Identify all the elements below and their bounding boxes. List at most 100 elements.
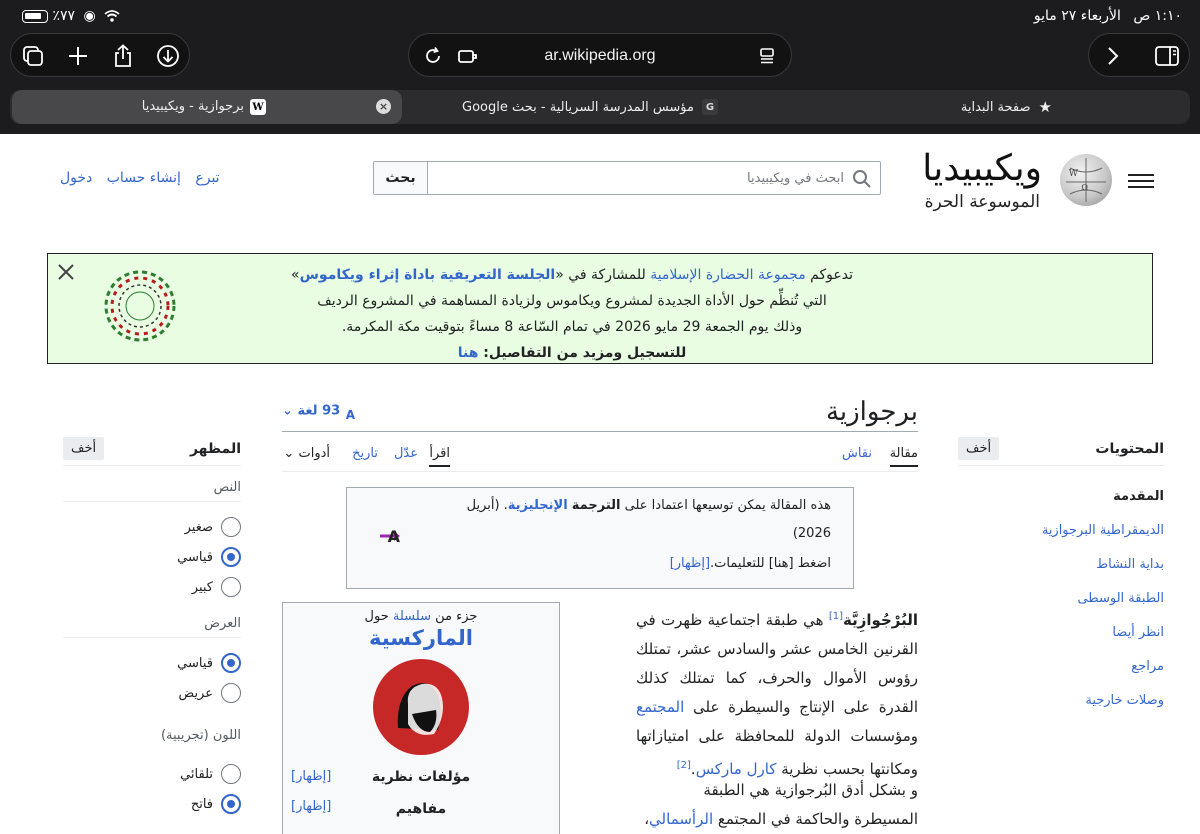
close-icon[interactable] bbox=[55, 261, 77, 283]
radio-selected-icon[interactable] bbox=[221, 547, 241, 567]
google-favicon-icon: G bbox=[701, 99, 718, 115]
tab-close-icon[interactable]: × bbox=[376, 99, 391, 114]
chevron-down-icon: ⌄ bbox=[283, 446, 295, 461]
tab-read[interactable]: اقرأ bbox=[429, 446, 450, 467]
tab-start-page[interactable]: ★ صفحة البداية bbox=[810, 90, 1190, 124]
status-date: الأربعاء ٢٧ مايو bbox=[1033, 8, 1121, 24]
ref-2-link[interactable]: [2] bbox=[677, 760, 691, 771]
toc-item-external-links[interactable]: وصلات خارجية bbox=[958, 684, 1164, 718]
wikipedia-globe-icon[interactable]: W Ω bbox=[1060, 154, 1112, 206]
search-input[interactable] bbox=[428, 162, 880, 194]
wikipedia-tagline: الموسوعة الحرة bbox=[924, 192, 1040, 212]
tab-title-google: مؤسس المدرسة السريالية - بحث Google bbox=[462, 99, 694, 115]
toolbar-right-group bbox=[1088, 33, 1190, 77]
sidebar-button[interactable] bbox=[1145, 34, 1189, 78]
tab-article[interactable]: مقالة bbox=[889, 446, 918, 467]
translate-arrow-icon: あ A bbox=[380, 527, 401, 546]
toc-title: المحتويات bbox=[1095, 440, 1164, 457]
society-link[interactable]: المجتمع bbox=[636, 698, 684, 716]
appearance-title: المظهر bbox=[189, 440, 241, 457]
wikipedia-wordmark[interactable]: ويكيبيديا bbox=[922, 148, 1042, 189]
appearance-panel: المظهر أخف النص صغير قياسي كبير العرض قي… bbox=[63, 437, 241, 819]
downloads-button[interactable] bbox=[146, 34, 190, 78]
radio-icon[interactable] bbox=[221, 517, 241, 537]
login-link[interactable]: دخول bbox=[60, 170, 92, 186]
search-button[interactable]: بحث bbox=[374, 162, 428, 194]
english-link[interactable]: الإنجليزية bbox=[508, 498, 568, 513]
reader-button[interactable] bbox=[745, 34, 789, 78]
wikipedia-page: W Ω ويكيبيديا الموسوعة الحرة بحث تبرع إن… bbox=[0, 134, 1200, 834]
tab-google-search[interactable]: G مؤسس المدرسة السريالية - بحث Google bbox=[420, 90, 760, 124]
notice-line-2: 2026) bbox=[792, 526, 831, 541]
tabs-icon bbox=[23, 46, 43, 66]
address-bar[interactable]: ar.wikipedia.org bbox=[408, 33, 792, 77]
donate-link[interactable]: تبرع bbox=[195, 170, 219, 186]
toolbar-left-group bbox=[10, 33, 190, 77]
banner-text: تدعوكم مجموعة الحضارة الإسلامية للمشاركة… bbox=[192, 262, 952, 366]
toc-item-middle-class[interactable]: الطبقة الوسطى bbox=[958, 582, 1164, 616]
translate-icon: 文A bbox=[334, 402, 356, 422]
share-icon bbox=[115, 44, 131, 67]
notice-show-link[interactable]: [إظهار] bbox=[670, 556, 710, 571]
width-wide[interactable]: عريض bbox=[63, 678, 241, 708]
tab-edit[interactable]: عدّل bbox=[394, 446, 418, 461]
color-section: اللون (تجريبية) bbox=[160, 728, 241, 743]
url-text[interactable]: ar.wikipedia.org bbox=[409, 34, 791, 78]
site-header: W Ω ويكيبيديا الموسوعة الحرة بحث تبرع إن… bbox=[0, 148, 1200, 218]
share-button[interactable] bbox=[101, 34, 145, 78]
color-light[interactable]: فاتح bbox=[63, 789, 241, 819]
tab-talk[interactable]: نقاش bbox=[842, 446, 872, 461]
toc-item-intro[interactable]: المقدمة bbox=[958, 480, 1164, 514]
tab-tools[interactable]: أدوات ⌄ bbox=[283, 446, 330, 461]
site-notice-banner: تدعوكم مجموعة الحضارة الإسلامية للمشاركة… bbox=[47, 253, 1153, 364]
capitalist-link[interactable]: الرأسمالي bbox=[649, 810, 713, 828]
series-link[interactable]: سلسلة bbox=[393, 609, 431, 624]
infobox-title[interactable]: الماركسية bbox=[283, 626, 559, 650]
toc-item-see-also[interactable]: انظر أيضا bbox=[958, 616, 1164, 650]
banner-here-link[interactable]: هنا bbox=[458, 345, 479, 361]
radio-icon[interactable] bbox=[221, 577, 241, 597]
radio-selected-icon[interactable] bbox=[221, 653, 241, 673]
width-standard[interactable]: قياسي bbox=[63, 648, 241, 678]
chevron-right-icon bbox=[1108, 47, 1119, 65]
ref-1-link[interactable]: [1] bbox=[829, 611, 843, 622]
status-right: ١:١٠ ص الأربعاء ٢٧ مايو bbox=[1034, 8, 1182, 24]
radio-icon[interactable] bbox=[221, 764, 241, 784]
color-auto[interactable]: تلقائي bbox=[63, 759, 241, 789]
text-size-small[interactable]: صغير bbox=[63, 512, 241, 542]
toc-hide-button[interactable]: أخف bbox=[958, 437, 1000, 460]
toc-item-references[interactable]: مراجع bbox=[958, 650, 1164, 684]
reader-icon bbox=[760, 48, 774, 64]
svg-text:W: W bbox=[1069, 169, 1079, 179]
text-size-standard[interactable]: قياسي bbox=[63, 542, 241, 572]
tab-history[interactable]: تاريخ bbox=[352, 446, 378, 461]
toc-item-democracy[interactable]: الديمقراطية البرجوازية bbox=[958, 514, 1164, 548]
battery-level: ٪٧٧ bbox=[52, 8, 76, 24]
tab-title-active: برجوازية - ويكيبيديا bbox=[141, 99, 244, 114]
star-icon: ★ bbox=[1038, 98, 1052, 116]
table-of-contents: المحتويات أخف المقدمة الديمقراطية البرجو… bbox=[958, 437, 1164, 718]
main-menu-button[interactable] bbox=[1128, 170, 1154, 192]
forward-button[interactable] bbox=[1091, 34, 1135, 78]
banner-session-link[interactable]: الجلسة التعريفية باداة إثراء ويكاموس bbox=[300, 267, 556, 283]
text-size-large[interactable]: كبير bbox=[63, 572, 241, 602]
new-tab-button[interactable] bbox=[56, 34, 100, 78]
appearance-hide-button[interactable]: أخف bbox=[63, 437, 105, 460]
language-button[interactable]: 文A 93 لغة ⌄ bbox=[282, 402, 367, 422]
tab-title-start: صفحة البداية bbox=[960, 99, 1031, 115]
toc-item-beginning[interactable]: بداية النشاط bbox=[958, 548, 1164, 582]
infobox-show-works[interactable]: [إظهار] bbox=[291, 769, 331, 784]
banner-group-link[interactable]: مجموعة الحضارة الإسلامية bbox=[650, 267, 806, 283]
article: برجوازية 文A 93 لغة ⌄ مقالة نقاش اقرأ عدّ… bbox=[282, 392, 918, 834]
radio-icon[interactable] bbox=[221, 683, 241, 703]
tab-active[interactable]: × W برجوازية - ويكيبيديا bbox=[12, 90, 402, 124]
create-account-link[interactable]: إنشاء حساب bbox=[107, 170, 181, 186]
translation-notice: هذه المقالة يمكن توسيعها اعتمادا على الت… bbox=[346, 487, 854, 589]
islamic-pattern-emblem bbox=[104, 270, 176, 342]
puzzle-globe-icon: W Ω bbox=[1066, 158, 1106, 202]
radio-selected-icon[interactable] bbox=[221, 794, 241, 814]
tabs-overview-button[interactable] bbox=[11, 34, 55, 78]
infobox-show-concepts[interactable]: [إظهار] bbox=[291, 799, 331, 814]
search-icon bbox=[853, 170, 871, 188]
user-links: تبرع إنشاء حساب دخول bbox=[50, 170, 220, 186]
